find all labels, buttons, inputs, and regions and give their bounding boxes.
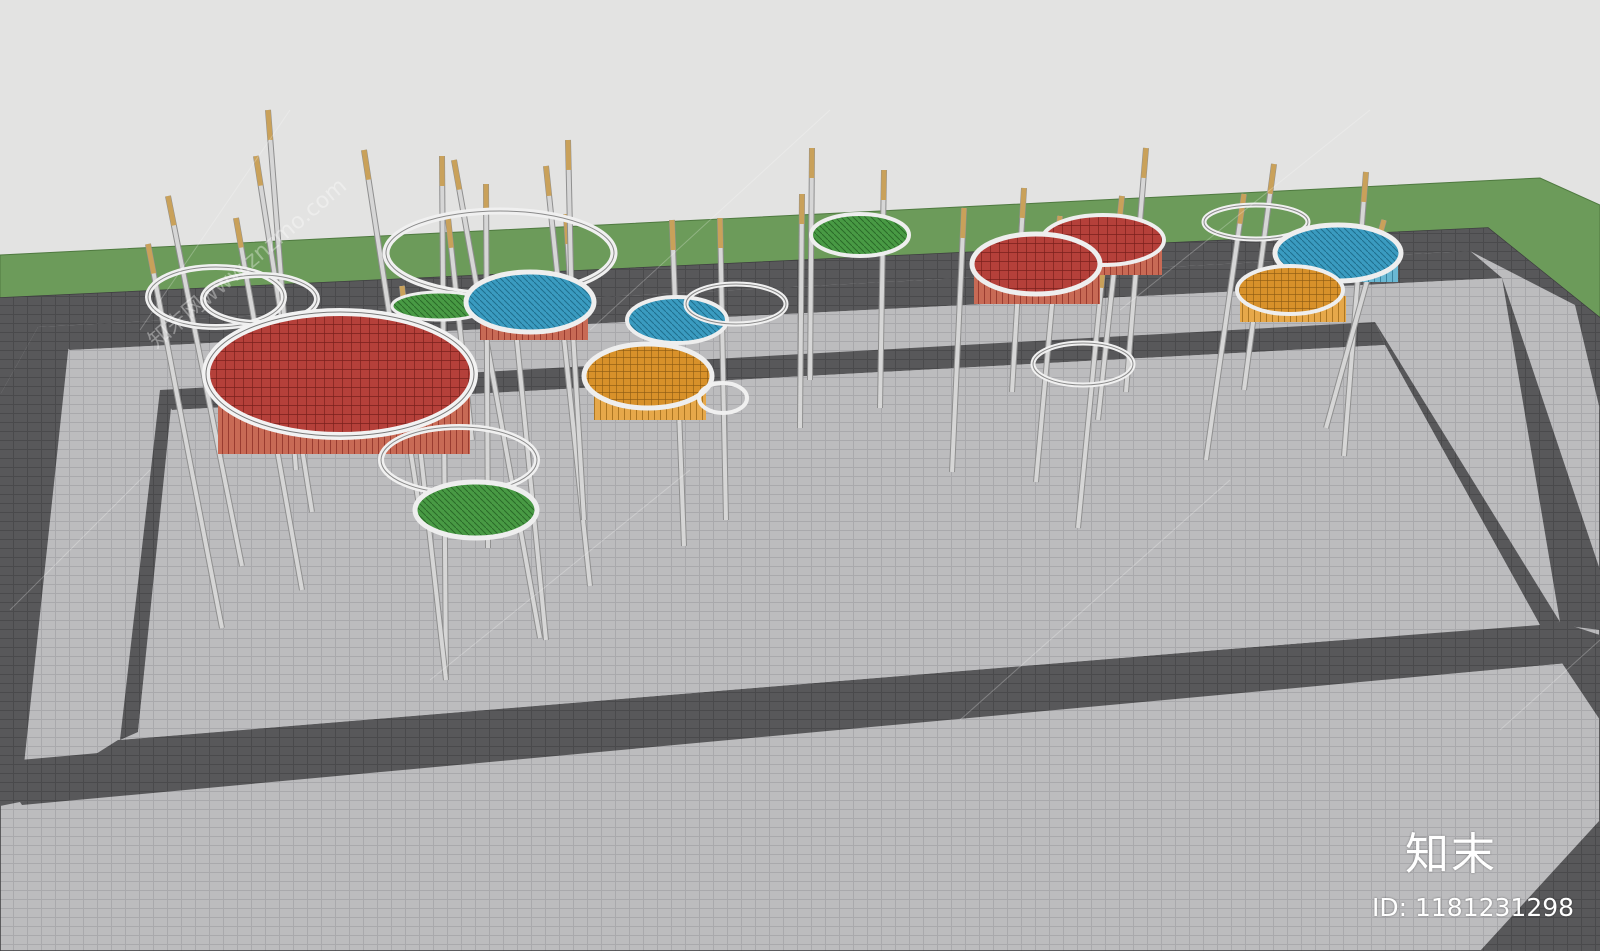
pole-tip xyxy=(565,139,572,171)
canopy-red-right-front xyxy=(969,231,1103,297)
pole-tip xyxy=(445,217,454,249)
pole-tip xyxy=(669,219,676,251)
pole xyxy=(808,147,814,381)
canopy-orange-right xyxy=(1235,264,1345,316)
canopy-orange-center xyxy=(581,341,715,411)
pole-tip xyxy=(265,109,273,141)
canopy-red-large xyxy=(202,308,478,440)
pole-tip xyxy=(1361,171,1369,203)
pole-tip xyxy=(960,207,967,239)
pole-tip xyxy=(1141,147,1149,179)
pole-tip xyxy=(1019,187,1027,219)
canopy-green-top xyxy=(809,212,911,258)
canopy-green-lower xyxy=(412,479,540,541)
pole xyxy=(798,193,804,429)
canopy-blue-center xyxy=(463,269,597,335)
watermark-id: ID: 1181231298 xyxy=(1372,893,1575,922)
pole-tip xyxy=(717,217,724,249)
watermark-logo: 知末 xyxy=(1405,829,1497,880)
sketchup-scene xyxy=(0,0,1600,951)
pole-tip xyxy=(543,165,552,197)
pole-tip xyxy=(880,169,887,201)
